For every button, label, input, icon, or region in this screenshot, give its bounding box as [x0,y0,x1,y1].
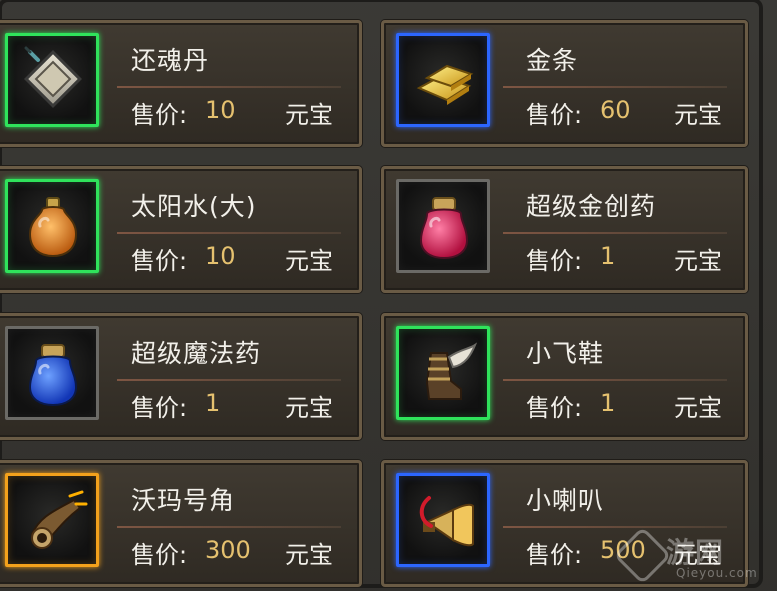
price-label: 售价: [526,247,583,275]
price-value: 1 [205,389,221,417]
shop-item-card[interactable]: 金条 售价: 60 元宝 [381,20,748,147]
price-value: 300 [205,536,251,564]
orange-potion-icon [28,197,78,258]
item-name: 沃玛号角 [131,486,236,515]
winged-boot-icon [425,342,478,400]
currency-label: 元宝 [285,541,333,569]
item-slot [396,179,490,273]
horn-icon [30,490,88,549]
divider [117,86,341,88]
item-name: 小飞鞋 [526,339,605,368]
watermark: 游网 Qieyou.com [613,526,764,587]
shop-item-card[interactable]: 小飞鞋 售价: 1 元宝 [381,313,748,440]
price-label: 售价: [526,394,583,422]
item-slot [5,179,99,273]
shop-item-card[interactable]: 超级魔法药 售价: 1 元宝 [0,313,362,440]
item-name: 还魂丹 [131,46,210,75]
price-value: 1 [600,389,616,417]
currency-label: 元宝 [285,247,333,275]
item-name: 超级金创药 [526,192,657,221]
currency-label: 元宝 [674,101,722,129]
megaphone-icon [419,496,474,547]
price-label: 售价: [131,101,188,129]
price-value: 10 [205,242,236,270]
item-grid: 还魂丹 售价: 10 元宝 金条 售价: 60 元宝 太阳水(大) 售价: 10… [0,0,777,591]
gold-bar-icon [416,64,474,105]
price-value: 1 [600,242,616,270]
watermark-logo-icon [613,526,672,585]
divider [117,526,341,528]
item-slot [5,473,99,567]
watermark-text: 游网 [666,536,725,569]
currency-label: 元宝 [674,247,722,275]
divider [503,379,727,381]
watermark-subtext: Qieyou.com [676,566,758,580]
item-name: 太阳水(大) [131,192,257,221]
item-name: 超级魔法药 [131,339,262,368]
item-slot [5,326,99,420]
shop-item-card[interactable]: 沃玛号角 售价: 300 元宝 [0,460,362,587]
price-label: 售价: [131,394,188,422]
blue-potion-icon [28,344,78,407]
item-slot [396,473,490,567]
shop-item-card[interactable]: 太阳水(大) 售价: 10 元宝 [0,166,362,293]
currency-label: 元宝 [674,394,722,422]
item-name: 小喇叭 [526,486,605,515]
price-label: 售价: [526,541,583,569]
item-slot [396,326,490,420]
item-name: 金条 [526,46,579,75]
red-potion-icon [419,197,469,260]
price-label: 售价: [526,101,583,129]
price-label: 售价: [131,541,188,569]
price-label: 售价: [131,247,188,275]
currency-label: 元宝 [285,101,333,129]
divider [117,379,341,381]
price-value: 10 [205,96,236,124]
divider [503,232,727,234]
currency-label: 元宝 [285,394,333,422]
item-slot [396,33,490,127]
talisman-icon [24,46,82,108]
shop-item-card[interactable]: 超级金创药 售价: 1 元宝 [381,166,748,293]
divider [117,232,341,234]
price-value: 60 [600,96,631,124]
item-slot [5,33,99,127]
shop-item-card[interactable]: 还魂丹 售价: 10 元宝 [0,20,362,147]
divider [503,86,727,88]
